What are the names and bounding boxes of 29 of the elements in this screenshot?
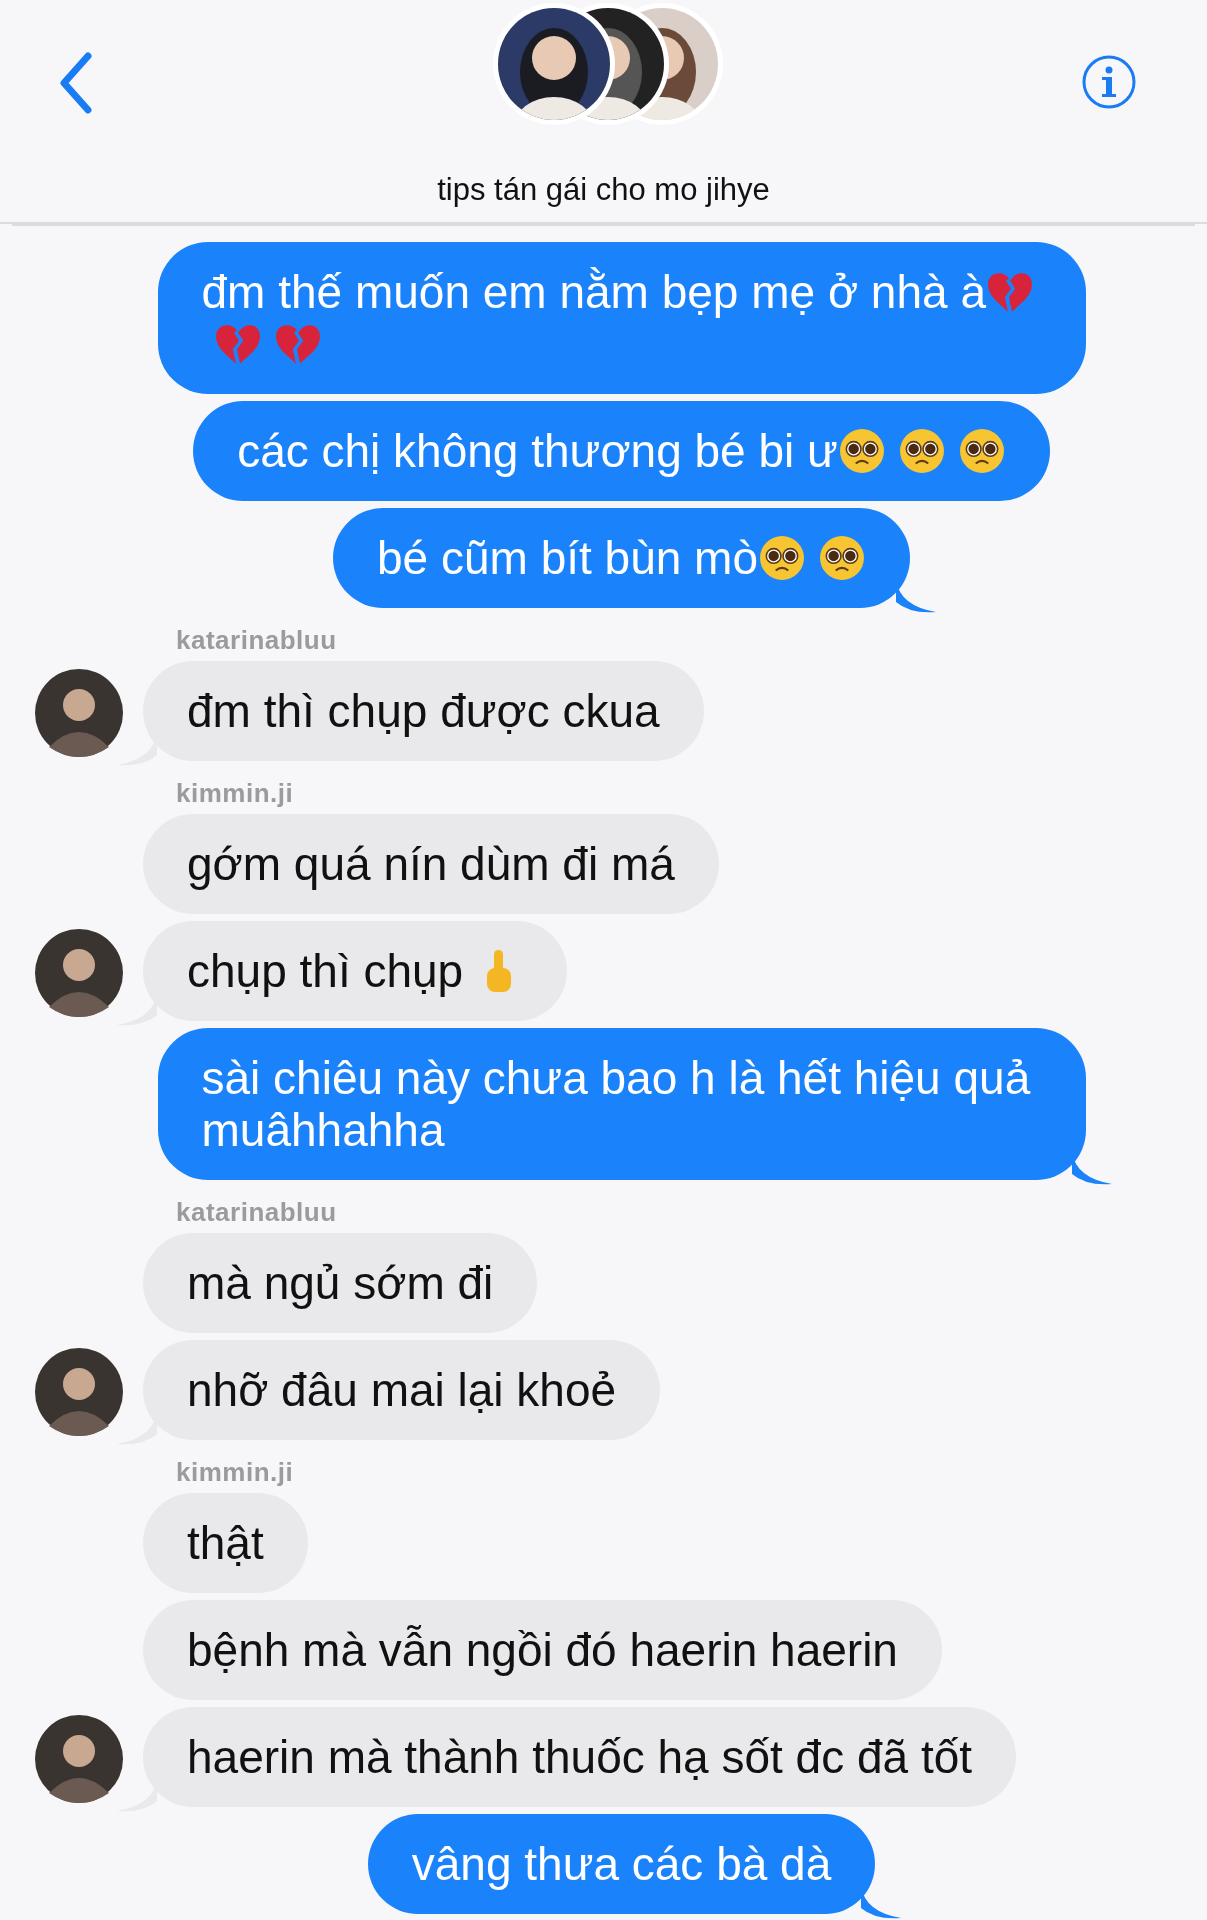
pleading-face-icon (897, 428, 946, 474)
sender-name: katarinabluu (176, 1197, 337, 1227)
avatar-icon (35, 1348, 123, 1436)
info-icon[interactable] (1081, 54, 1137, 110)
message-bubble: thật (143, 1493, 308, 1593)
avatar-icon (35, 669, 123, 757)
sender-name: kimmin.ji (176, 1457, 294, 1487)
message-bubble: sài chiêu này chưa bao h là hết hiệu quả muâhhahha (157, 1028, 1086, 1180)
message-bubble: các chị không thương bé bi ư (193, 401, 1050, 501)
sender-name: katarinabluu (176, 625, 337, 655)
message-bubble: mà ngủ sớm đi (143, 1233, 538, 1333)
pleading-face-icon (957, 428, 1006, 474)
message-bubble: đm thì chụp được ckua (143, 661, 704, 761)
message-bubble: bé cũm bít bùn mò (333, 508, 910, 608)
avatar-icon (35, 929, 123, 1017)
message-bubble: bệnh mà vẫn ngồi đó haerin haerin (143, 1600, 942, 1700)
message-bubble: haerin mà thành thuốc hạ sốt đc đã tốt (143, 1707, 1017, 1807)
message-bubble: đm thế muốn em nằm bẹp mẹ ở nhà à (157, 242, 1086, 394)
pleading-face-icon (818, 535, 866, 581)
back-icon[interactable] (58, 52, 94, 114)
message-bubble: nhỡ đâu mai lại khoẻ (143, 1340, 661, 1440)
pleading-face-icon (758, 535, 806, 581)
avatar-icon (35, 1715, 123, 1803)
message-bubble: gớm quá nín dùm đi má (143, 814, 719, 914)
message-bubble: chụp thì chụp (143, 921, 568, 1021)
chat-title: tips tán gái cho mo jihye (436, 172, 771, 208)
pleading-face-icon (837, 428, 886, 474)
message-bubble: vâng thưa các bà dà (367, 1814, 876, 1914)
sender-name: kimmin.ji (176, 778, 294, 808)
